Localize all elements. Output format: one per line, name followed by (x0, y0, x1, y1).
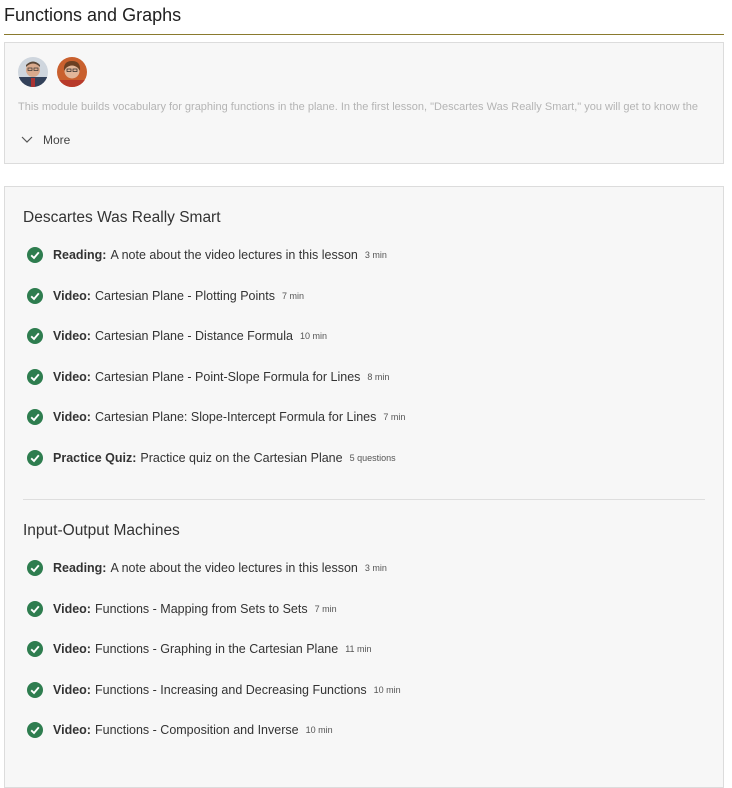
module-info-card: This module builds vocabulary for graphi… (4, 42, 724, 164)
completed-check-icon (27, 368, 43, 385)
item-type: Video: (53, 288, 91, 303)
item-name: Cartesian Plane: Slope-Intercept Formula… (94, 410, 377, 425)
item-duration: 10 min (305, 725, 333, 736)
item-duration: 8 min (367, 371, 390, 382)
lesson-item[interactable]: Video: Cartesian Plane - Point-Slope Form… (27, 368, 390, 385)
lesson-item[interactable]: Reading: A note about the video lectures … (27, 560, 387, 576)
more-toggle[interactable]: More (21, 133, 70, 147)
item-duration: 7 min (281, 290, 304, 301)
item-name: Functions - Composition and Inverse (94, 723, 299, 738)
completed-check-icon (27, 287, 43, 304)
item-duration: 10 min (373, 684, 401, 695)
lesson-item[interactable]: Practice Quiz: Practice quiz on the Carte… (27, 450, 396, 466)
completed-check-icon (27, 681, 43, 698)
completed-check-icon (27, 641, 43, 658)
module-title: Functions and Graphs (4, 5, 182, 25)
lesson-item[interactable]: Video: Cartesian Plane - Distance Formula… (27, 328, 327, 345)
lesson-item[interactable]: Reading: A note about the video lectures … (27, 247, 387, 263)
module-description: This module builds vocabulary for graphi… (18, 101, 698, 113)
more-label: More (43, 133, 71, 147)
chevron-down-icon (21, 133, 33, 147)
item-duration: 11 min (345, 644, 372, 655)
instructor-avatar[interactable] (18, 57, 48, 87)
item-type: Practice Quiz: (53, 451, 137, 465)
item-duration: 3 min (364, 563, 387, 573)
item-type: Video: (53, 601, 91, 616)
completed-check-icon (27, 409, 43, 426)
item-name: Functions - Graphing in the Cartesian Pl… (94, 642, 339, 657)
item-name: A note about the video lectures in this … (110, 561, 358, 575)
item-type: Video: (53, 642, 91, 657)
lesson-list-card: Descartes Was Really Smart Reading: A note… (4, 186, 724, 788)
lesson-item[interactable]: Video: Functions - Mapping from Sets to S… (27, 600, 337, 617)
instructor-avatar[interactable] (57, 57, 87, 87)
completed-check-icon (27, 450, 43, 466)
item-duration: 5 questions (349, 453, 396, 463)
item-name: Cartesian Plane - Point-Slope Formula fo… (94, 369, 361, 384)
item-name: Functions - Mapping from Sets to Sets (94, 601, 308, 616)
lesson-item[interactable]: Video: Cartesian Plane - Plotting Points 7… (27, 287, 304, 304)
completed-check-icon (27, 722, 43, 739)
lesson-item[interactable]: Video: Functions - Graphing in the Cartes… (27, 641, 372, 658)
item-duration: 3 min (364, 250, 387, 260)
instructor-photo-2 (57, 57, 87, 87)
lesson-divider (23, 499, 705, 500)
lesson-item[interactable]: Video: Functions - Increasing and Decreas… (27, 681, 401, 698)
item-duration: 10 min (299, 331, 327, 342)
item-name: A note about the video lectures in this … (110, 248, 358, 262)
completed-check-icon (27, 247, 43, 263)
lesson-item[interactable]: Video: Cartesian Plane: Slope-Intercept F… (27, 409, 406, 426)
completed-check-icon (27, 560, 43, 576)
item-name: Functions - Increasing and Decreasing Fu… (94, 682, 367, 697)
item-type: Video: (53, 329, 91, 344)
item-type: Video: (53, 369, 91, 384)
item-type: Video: (53, 682, 91, 697)
item-duration: 7 min (383, 412, 406, 423)
completed-check-icon (27, 328, 43, 345)
item-type: Reading: (53, 561, 107, 575)
item-duration: 7 min (314, 603, 337, 614)
instructor-photo-1 (18, 57, 48, 87)
lesson-title: Descartes Was Really Smart (23, 209, 221, 226)
item-type: Video: (53, 723, 91, 738)
item-type: Video: (53, 410, 91, 425)
lesson-title: Input-Output Machines (23, 522, 180, 539)
title-divider (4, 34, 724, 35)
item-name: Cartesian Plane - Plotting Points (94, 288, 275, 303)
item-name: Practice quiz on the Cartesian Plane (140, 451, 343, 465)
lesson-item[interactable]: Video: Functions - Composition and Invers… (27, 722, 333, 739)
item-type: Reading: (53, 248, 107, 262)
completed-check-icon (27, 600, 43, 617)
item-name: Cartesian Plane - Distance Formula (94, 329, 293, 344)
